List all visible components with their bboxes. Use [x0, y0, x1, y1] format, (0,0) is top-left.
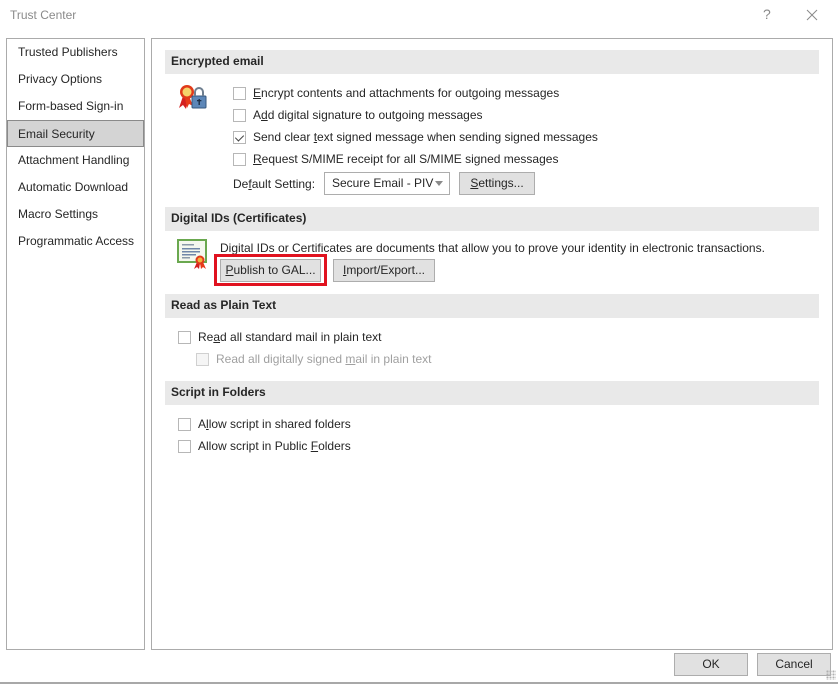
label-accelerator: E [253, 86, 262, 100]
label-part: Re [198, 330, 214, 344]
resize-grip[interactable] [826, 670, 836, 680]
label-part: olders [318, 439, 351, 453]
default-setting-value: Secure Email - PIV [332, 176, 434, 190]
default-setting-label: Default Setting: [233, 177, 315, 191]
send-clear-text-checkbox[interactable] [233, 130, 246, 144]
send-clear-text-option[interactable]: Send clear text signed message when send… [233, 130, 598, 144]
encrypted-email-header: Encrypted email [165, 50, 819, 74]
encrypt-contents-label: Encrypt contents and attachments for out… [253, 86, 559, 100]
allow-script-public-option[interactable]: Allow script in Public Folders [178, 439, 351, 453]
label-part: De [233, 177, 249, 191]
cancel-button[interactable]: Cancel [757, 653, 831, 676]
sidebar: Trusted Publishers Privacy Options Form-… [6, 38, 145, 650]
certificate-icon [177, 239, 207, 269]
read-standard-mail-plain-checkbox[interactable] [178, 330, 191, 344]
label-part: mport/Export... [346, 263, 426, 277]
main-panel: Encrypted email Encrypt contents and att… [151, 38, 833, 650]
label-part: ettings... [478, 176, 524, 190]
publish-to-gal-button[interactable]: Publish to GAL... [220, 259, 321, 282]
read-signed-mail-plain-checkbox [196, 352, 209, 366]
label-accelerator: R [253, 152, 262, 166]
read-signed-mail-plain-label: Read all digitally signed mail in plain … [216, 352, 431, 366]
digital-ids-header: Digital IDs (Certificates) [165, 207, 819, 231]
sidebar-item-macro-settings[interactable]: Macro Settings [7, 201, 144, 228]
send-clear-text-label: Send clear text signed message when send… [253, 130, 598, 144]
sidebar-item-email-security[interactable]: Email Security [7, 120, 144, 147]
certificate-lock-icon [179, 85, 207, 109]
import-export-button[interactable]: Import/Export... [333, 259, 435, 282]
sidebar-item-automatic-download[interactable]: Automatic Download [7, 174, 144, 201]
request-smime-receipt-checkbox[interactable] [233, 152, 246, 166]
label-accelerator: m [345, 352, 356, 366]
sidebar-item-programmatic-access[interactable]: Programmatic Access [7, 228, 144, 255]
sidebar-item-trusted-publishers[interactable]: Trusted Publishers [7, 39, 144, 66]
sidebar-item-attachment-handling[interactable]: Attachment Handling [7, 147, 144, 174]
chevron-down-icon [435, 181, 443, 186]
label-accelerator: F [310, 439, 319, 453]
allow-script-shared-checkbox[interactable] [178, 417, 191, 431]
label-part: ault Setting: [251, 177, 316, 191]
read-standard-mail-plain-label: Read all standard mail in plain text [198, 330, 381, 344]
request-smime-receipt-label: Request S/MIME receipt for all S/MIME si… [253, 152, 558, 166]
label-part: d digital signature to outgoing messages [267, 108, 483, 122]
label-part: low script in shared folders [208, 417, 351, 431]
help-button[interactable]: ? [763, 6, 771, 22]
sidebar-item-privacy-options[interactable]: Privacy Options [7, 66, 144, 93]
label-part: ext signed message when sending signed m… [317, 130, 598, 144]
allow-script-shared-label: Allow script in shared folders [198, 417, 351, 431]
label-part: ublish to GAL... [233, 263, 316, 277]
add-digital-signature-checkbox[interactable] [233, 108, 246, 122]
allow-script-shared-option[interactable]: Allow script in shared folders [178, 417, 351, 431]
label-part: ncrypt contents and attachments for outg… [261, 86, 560, 100]
ok-button[interactable]: OK [674, 653, 748, 676]
label-part: A [198, 417, 207, 431]
label-part: Send clear [253, 130, 314, 144]
close-button[interactable] [806, 3, 818, 26]
request-smime-receipt-option[interactable]: Request S/MIME receipt for all S/MIME si… [233, 152, 558, 166]
encrypt-contents-option[interactable]: Encrypt contents and attachments for out… [233, 86, 559, 100]
label-part: d all standard mail in plain text [220, 330, 382, 344]
label-accelerator: d [261, 108, 268, 122]
sidebar-item-form-based-sign-in[interactable]: Form-based Sign-in [7, 93, 144, 120]
digital-ids-description: Digital IDs or Certificates are document… [220, 241, 765, 255]
window-title: Trust Center [10, 8, 77, 22]
add-digital-signature-option[interactable]: Add digital signature to outgoing messag… [233, 108, 483, 122]
read-standard-mail-plain-option[interactable]: Read all standard mail in plain text [178, 330, 381, 344]
label-part: Read all digitally signed [216, 352, 346, 366]
read-plain-text-header: Read as Plain Text [165, 294, 819, 318]
settings-button[interactable]: Settings... [459, 172, 535, 195]
allow-script-public-checkbox[interactable] [178, 439, 191, 453]
close-icon [806, 9, 818, 21]
allow-script-public-label: Allow script in Public Folders [198, 439, 351, 453]
read-signed-mail-plain-option: Read all digitally signed mail in plain … [196, 352, 431, 366]
label-part: ail in plain text [355, 352, 432, 366]
encrypt-contents-checkbox[interactable] [233, 86, 246, 100]
label-part: equest S/MIME receipt for all S/MIME sig… [261, 152, 559, 166]
label-part: Allow script in Public [198, 439, 311, 453]
label-part: A [253, 108, 262, 122]
script-folders-header: Script in Folders [165, 381, 819, 405]
add-digital-signature-label: Add digital signature to outgoing messag… [253, 108, 483, 122]
default-setting-dropdown[interactable]: Secure Email - PIV [324, 172, 450, 195]
title-bar: Trust Center ? [0, 0, 838, 32]
